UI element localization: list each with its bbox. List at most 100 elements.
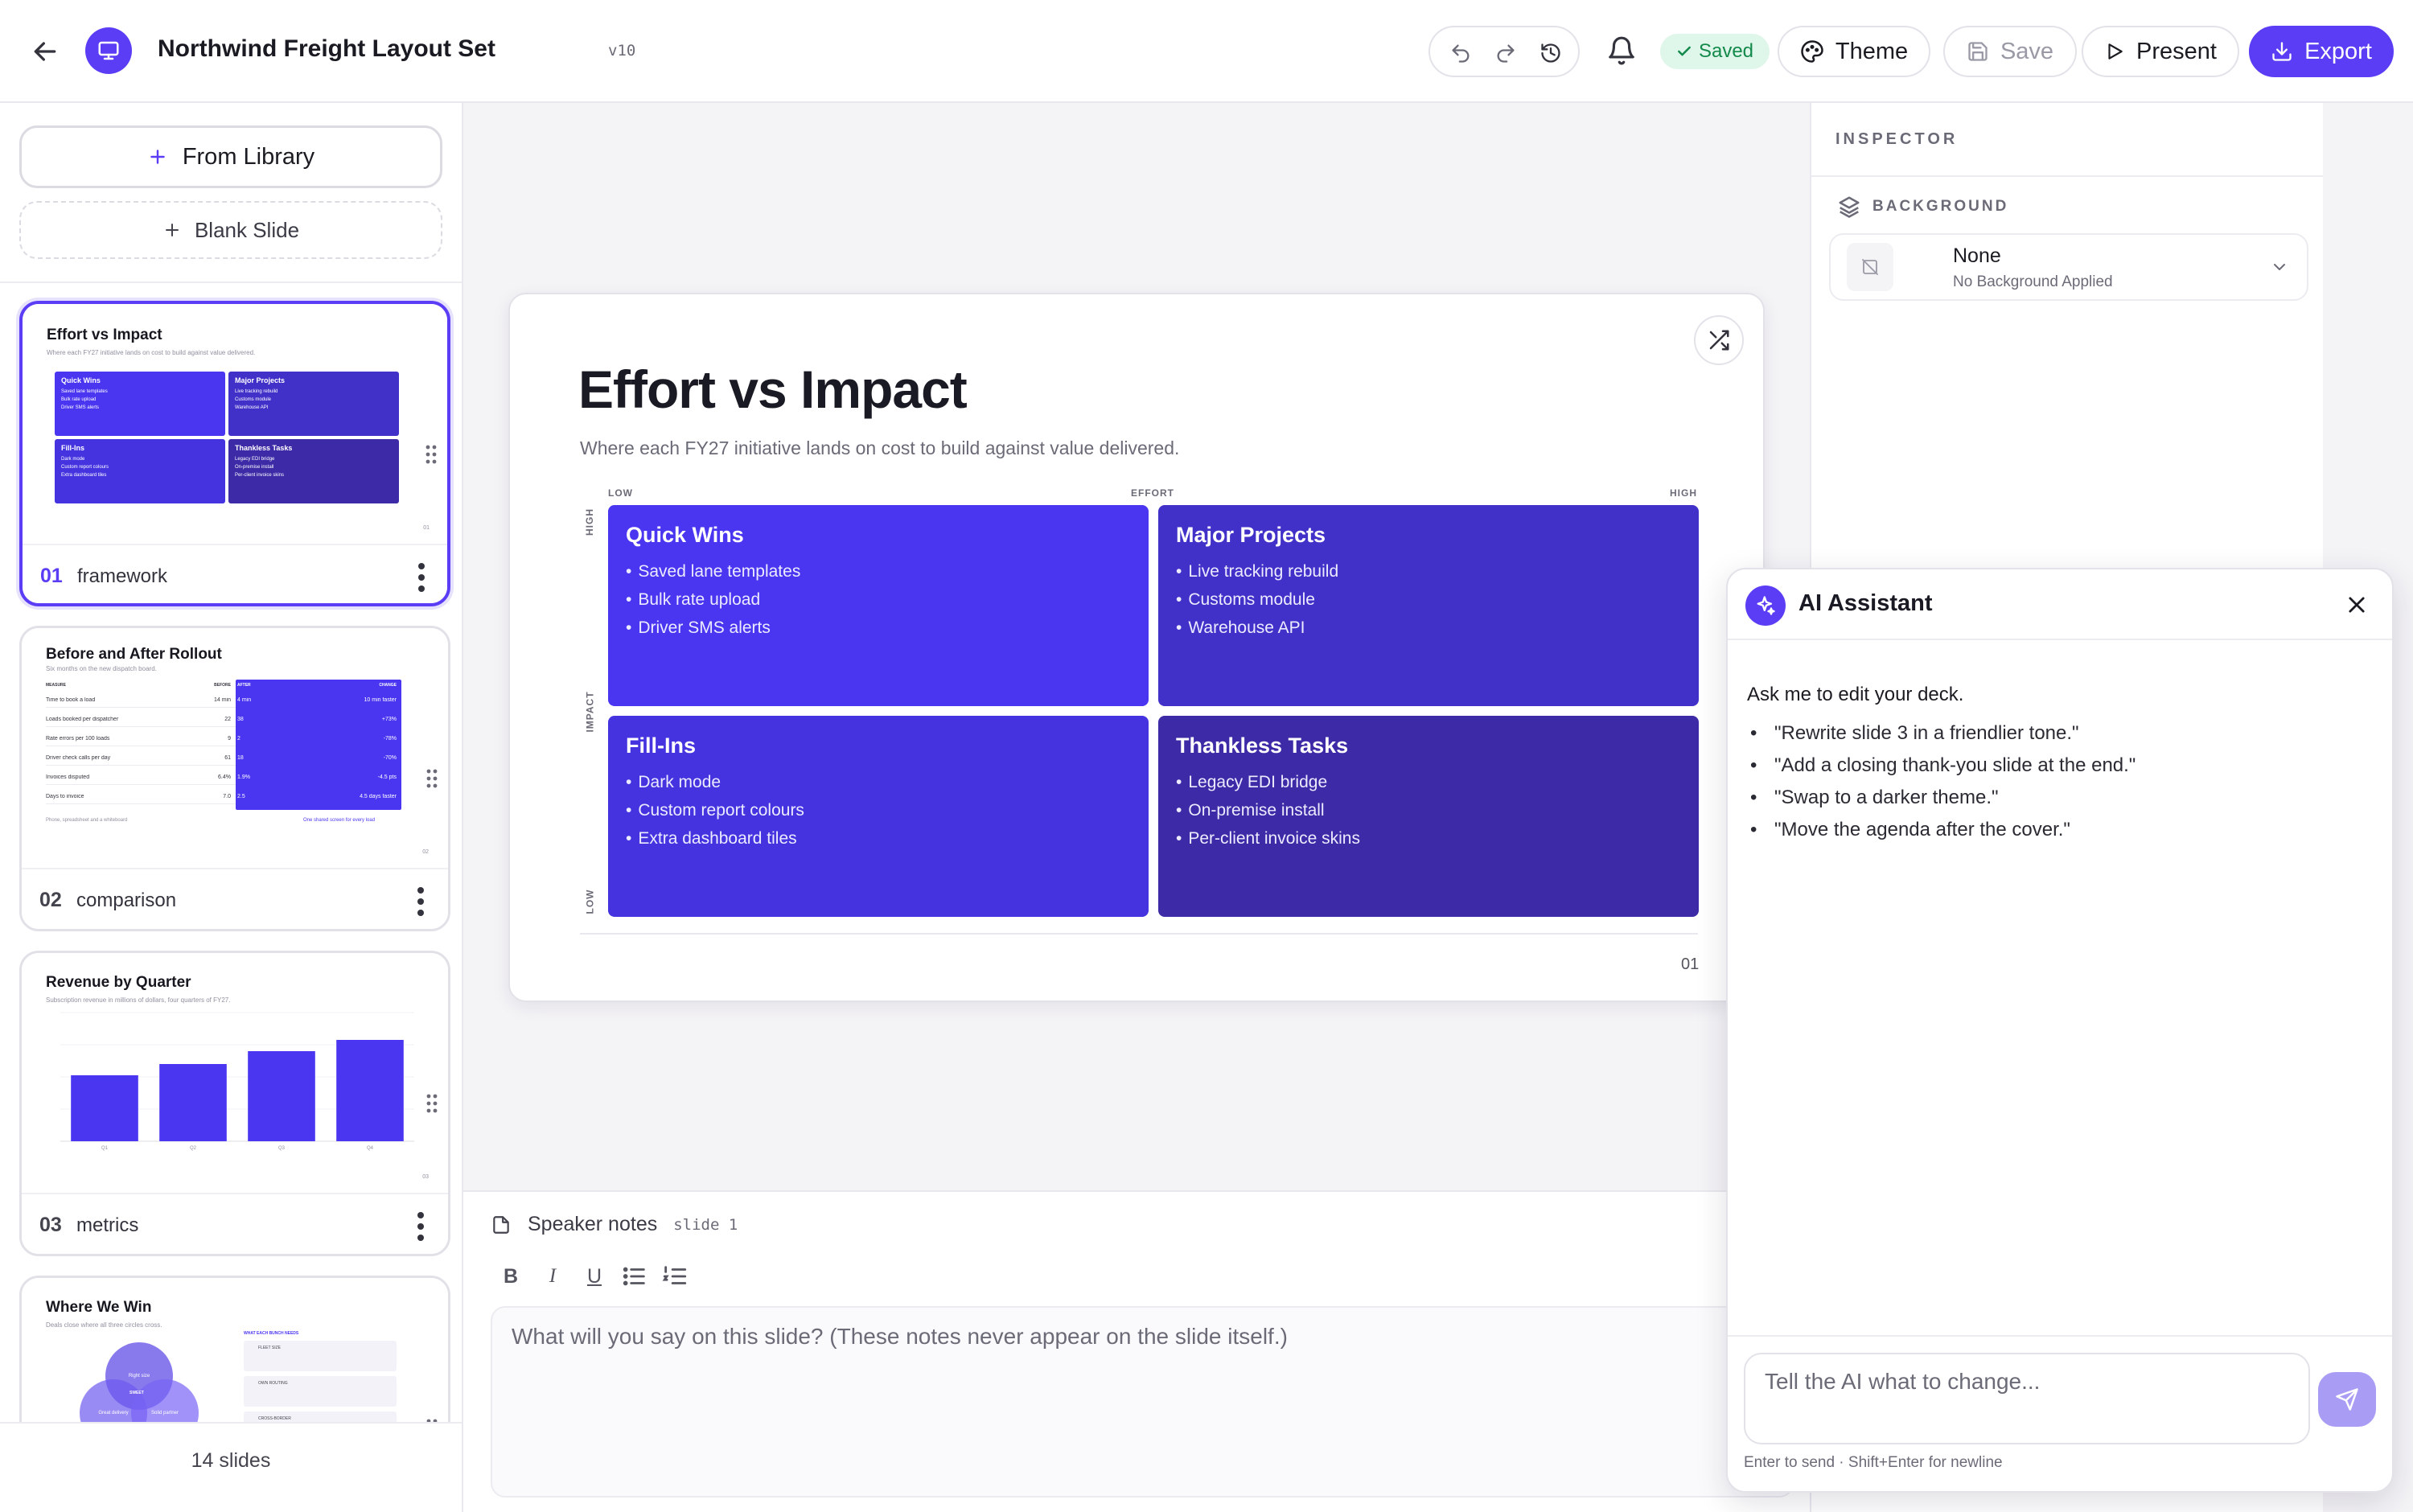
- history-controls: [1428, 26, 1580, 77]
- bold-icon[interactable]: B: [497, 1263, 524, 1290]
- thumb-quad-item: Dark mode: [61, 457, 85, 462]
- bar-Q3: [248, 1051, 315, 1141]
- table-cell: 18: [237, 755, 244, 761]
- quadrant-item: Legacy EDI bridge: [1176, 768, 1699, 796]
- thumb-title: Revenue by Quarter: [46, 974, 191, 991]
- quadrant-item: Customs module: [1176, 585, 1699, 614]
- close-icon[interactable]: [2345, 594, 2368, 616]
- slide-page-number: 01: [1681, 955, 1700, 973]
- quadrant-major-projects[interactable]: Major Projects Live tracking rebuild Cus…: [1158, 505, 1699, 706]
- thumb-quad-item: Warehouse API: [235, 405, 269, 410]
- thumb-quadrant: Thankless Tasks Legacy EDI bridge On-pre…: [228, 439, 399, 503]
- thumb-subtitle: Subscription revenue in millions of doll…: [46, 996, 231, 1004]
- thumb-page-number: 03: [422, 1174, 429, 1180]
- redo-icon[interactable]: [1494, 42, 1517, 64]
- table-cell: -70%: [383, 755, 397, 761]
- drag-handle-icon[interactable]: [425, 1093, 438, 1114]
- thumb-subtitle: Deals close where all three circles cros…: [46, 1321, 162, 1329]
- from-library-button[interactable]: From Library: [19, 125, 442, 188]
- theme-button[interactable]: Theme: [1778, 26, 1930, 77]
- table-header: CHANGE: [379, 683, 397, 688]
- history-icon[interactable]: [1539, 42, 1562, 64]
- y-axis-label: IMPACT: [584, 691, 596, 733]
- table-cell: Days to invoice: [46, 794, 84, 799]
- back-arrow-icon[interactable]: [29, 35, 61, 68]
- bullet-list-icon[interactable]: [621, 1263, 648, 1290]
- slide-number: 01: [40, 565, 63, 587]
- quadrant-title: Fill-Ins: [626, 733, 696, 758]
- quadrant-title: Thankless Tasks: [1176, 733, 1349, 758]
- shuffle-layout-button[interactable]: [1694, 315, 1744, 365]
- quadrant-item: Warehouse API: [1176, 614, 1699, 642]
- background-description: No Background Applied: [1953, 273, 2113, 290]
- background-select[interactable]: None No Background Applied: [1829, 233, 2308, 301]
- slide-thumbnail-1[interactable]: Effort vs Impact Where each FY27 initiat…: [19, 301, 450, 606]
- quadrant-title: Quick Wins: [626, 523, 744, 547]
- save-button[interactable]: Save: [1943, 26, 2077, 77]
- slide-number: 02: [39, 889, 62, 911]
- export-button[interactable]: Export: [2249, 26, 2394, 77]
- table-header: MEASURE: [46, 683, 67, 688]
- ai-suggestion[interactable]: "Rewrite slide 3 in a friendlier tone.": [1747, 717, 2136, 750]
- thumb-title: Where We Win: [46, 1299, 152, 1316]
- inspector-title: INSPECTOR: [1835, 130, 1959, 148]
- table-cell: Driver check calls per day: [46, 755, 111, 761]
- table-cell: Loads booked per dispatcher: [46, 717, 119, 722]
- thumb-page-number: 02: [422, 849, 429, 855]
- no-image-icon: [1862, 259, 1878, 275]
- blank-slide-button[interactable]: Blank Slide: [19, 201, 442, 259]
- drag-handle-icon[interactable]: [425, 768, 438, 789]
- ai-suggestion[interactable]: "Swap to a darker theme.": [1747, 782, 2136, 814]
- table-cell: 14 min: [213, 697, 231, 703]
- quadrant-thankless-tasks[interactable]: Thankless Tasks Legacy EDI bridge On-pre…: [1158, 716, 1699, 917]
- table-row-rule: [46, 765, 236, 766]
- thumbnail-preview: Effort vs Impact Where each FY27 initiat…: [23, 304, 447, 544]
- export-label: Export: [2304, 38, 2372, 64]
- send-button[interactable]: [2318, 1372, 2376, 1427]
- slide-layout-name: framework: [77, 565, 168, 587]
- drag-handle-icon[interactable]: [425, 444, 438, 465]
- slide-thumbnail-3[interactable]: Revenue by Quarter Subscription revenue …: [19, 951, 450, 1256]
- x-axis-label: EFFORT: [1131, 487, 1174, 499]
- ai-assistant-header: AI Assistant: [1728, 569, 2392, 640]
- slide-number: 03: [39, 1214, 62, 1236]
- shuffle-icon: [1709, 330, 1729, 351]
- slide-thumbnail-2[interactable]: Before and After Rollout Six months on t…: [19, 626, 450, 931]
- blank-slide-label: Blank Slide: [194, 217, 300, 242]
- more-options-icon[interactable]: [418, 563, 425, 592]
- present-button[interactable]: Present: [2082, 26, 2239, 77]
- undo-icon[interactable]: [1449, 42, 1472, 64]
- table-cell: 1.9%: [237, 774, 250, 780]
- thumb-page-number: 01: [423, 525, 430, 531]
- document-title[interactable]: Northwind Freight Layout Set: [158, 35, 495, 63]
- table-row-rule: [46, 726, 236, 727]
- slide-title[interactable]: Effort vs Impact: [578, 359, 968, 420]
- quadrant-quick-wins[interactable]: Quick Wins Saved lane templates Bulk rat…: [608, 505, 1149, 706]
- thumb-right-note: One shared screen for every load: [303, 818, 376, 823]
- slide-subtitle[interactable]: Where each FY27 initiative lands on cost…: [580, 438, 1179, 459]
- ai-suggestion[interactable]: "Add a closing thank-you slide at the en…: [1747, 750, 2136, 782]
- thumb-quadrant: Fill-Ins Dark mode Custom report colours…: [55, 439, 225, 503]
- thumb-panel-item: FLEET SIZE: [244, 1341, 397, 1371]
- italic-icon[interactable]: I: [539, 1263, 566, 1290]
- divider: [1811, 175, 2325, 177]
- thumb-subtitle: Six months on the new dispatch board.: [46, 665, 157, 672]
- ai-suggestion[interactable]: "Move the agenda after the cover.": [1747, 814, 2136, 846]
- notes-title: Speaker notes: [528, 1213, 658, 1235]
- divider: [0, 281, 462, 283]
- more-options-icon[interactable]: [417, 1212, 424, 1241]
- speaker-notes-input[interactable]: What will you say on this slide? (These …: [491, 1306, 1794, 1498]
- background-value: None: [1953, 244, 2001, 267]
- venn-center-label: SWEET: [129, 1391, 144, 1395]
- thumb-quad-item: Bulk rate upload: [61, 397, 97, 402]
- bell-icon[interactable]: [1606, 35, 1637, 66]
- quadrant-fill-ins[interactable]: Fill-Ins Dark mode Custom report colours…: [608, 716, 1149, 917]
- ai-prompt-input[interactable]: Tell the AI what to change...: [1744, 1353, 2310, 1444]
- thumb-title: Effort vs Impact: [47, 327, 162, 343]
- underline-icon[interactable]: U: [581, 1263, 608, 1290]
- more-options-icon[interactable]: [417, 887, 424, 916]
- table-cell: 61: [224, 755, 231, 761]
- numbered-list-icon[interactable]: [661, 1263, 689, 1290]
- current-slide[interactable]: Effort vs Impact Where each FY27 initiat…: [508, 293, 1765, 1002]
- slide-divider: [580, 933, 1698, 935]
